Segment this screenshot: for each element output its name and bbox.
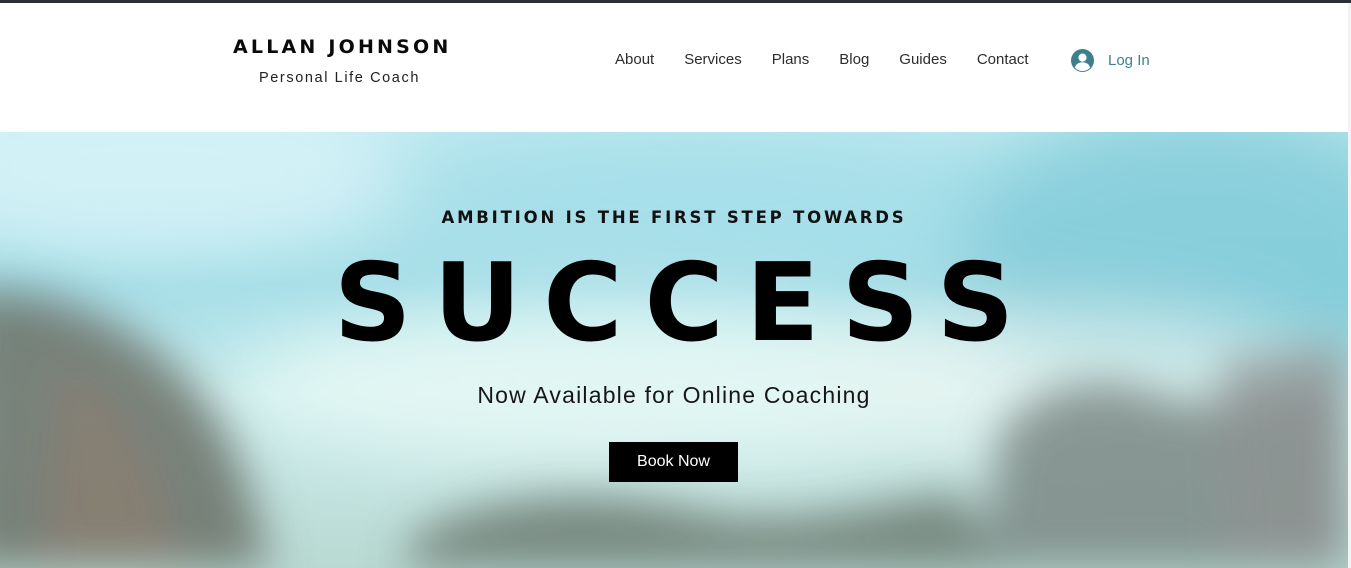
- nav-item-services[interactable]: Services: [669, 51, 757, 68]
- nav-item-blog[interactable]: Blog: [824, 51, 884, 68]
- hero-subtitle: Now Available for Online Coaching: [477, 382, 871, 408]
- brand-tagline: Personal Life Coach: [259, 70, 420, 86]
- site-header: ALLAN JOHNSON Personal Life Coach About …: [0, 3, 1351, 132]
- main-nav: About Services Plans Blog Guides Contact: [600, 47, 1044, 71]
- nav-item-contact[interactable]: Contact: [962, 51, 1044, 68]
- login-label: Log In: [1108, 51, 1150, 69]
- hero-title: SUCCESS: [333, 241, 1037, 366]
- hero-section: AMBITION IS THE FIRST STEP TOWARDS SUCCE…: [0, 132, 1348, 568]
- nav-item-guides[interactable]: Guides: [884, 51, 962, 68]
- nav-item-about[interactable]: About: [600, 51, 669, 68]
- login-button[interactable]: Log In: [1071, 47, 1150, 73]
- brand-name[interactable]: ALLAN JOHNSON: [233, 36, 452, 58]
- book-now-button[interactable]: Book Now: [609, 442, 738, 482]
- nav-item-plans[interactable]: Plans: [757, 51, 825, 68]
- user-avatar-icon: [1071, 48, 1094, 72]
- hero-eyebrow: AMBITION IS THE FIRST STEP TOWARDS: [441, 208, 907, 227]
